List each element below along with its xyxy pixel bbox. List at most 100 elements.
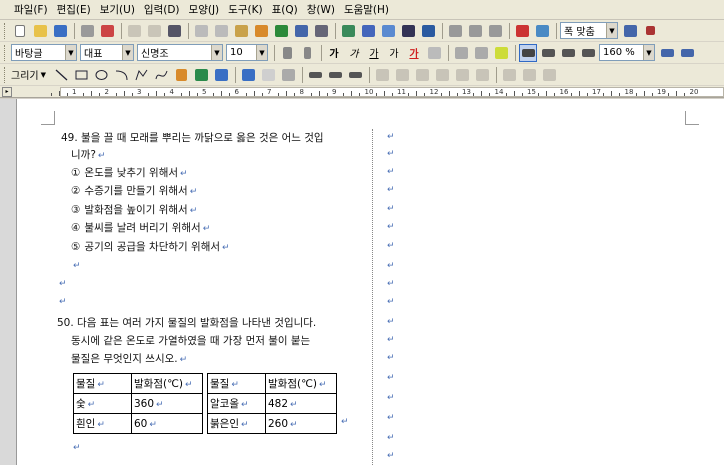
format-painter-button[interactable]: [252, 22, 270, 40]
table-cell[interactable]: 360 ↵: [131, 393, 203, 414]
ellipse-tool-button[interactable]: [92, 66, 110, 84]
style-button[interactable]: [292, 22, 310, 40]
menu-help[interactable]: 도움말(H): [344, 2, 389, 17]
symbol-button[interactable]: [419, 22, 437, 40]
align-center-button[interactable]: [559, 44, 577, 62]
menu-file[interactable]: 파일(F): [14, 2, 48, 17]
chart-button[interactable]: [379, 22, 397, 40]
menu-edit[interactable]: 편집(E): [57, 2, 91, 17]
polygon-tool-button[interactable]: [132, 66, 150, 84]
highlight-button[interactable]: [492, 44, 510, 62]
flip-button[interactable]: [473, 66, 491, 84]
arrow-style-button[interactable]: [346, 66, 364, 84]
line-tool-button[interactable]: [52, 66, 70, 84]
indent-button[interactable]: [658, 44, 676, 62]
table-cell[interactable]: 발화점(℃) ↵: [265, 373, 337, 394]
fill-button[interactable]: [212, 66, 230, 84]
page-setup-button[interactable]: [486, 22, 504, 40]
font-color-button[interactable]: 가: [405, 44, 423, 62]
shrink-font-button[interactable]: [298, 44, 316, 62]
undo-button[interactable]: [125, 22, 143, 40]
grid-button[interactable]: [312, 22, 330, 40]
table-cell[interactable]: 260 ↵: [265, 413, 337, 434]
table-cell[interactable]: 붉은인 ↵: [207, 413, 266, 434]
table-cell[interactable]: 흰인 ↵: [73, 413, 132, 434]
document-area[interactable]: 49. 불을 끌 때 모래를 뿌리는 까닭으로 옳은 것은 어느 것입 니까? ↵…: [0, 99, 724, 465]
horizontal-ruler[interactable]: ▸ 1 2 3 4 5 6 7 8 9 10 11 12 13 14 15 16 17 18 19 20: [0, 86, 724, 98]
align-justify-button[interactable]: [519, 43, 537, 62]
table-button[interactable]: [359, 22, 377, 40]
superscript-button[interactable]: [452, 44, 470, 62]
preview-button[interactable]: [98, 22, 116, 40]
menu-tools[interactable]: 도구(K): [228, 2, 262, 17]
document-page[interactable]: 49. 불을 끌 때 모래를 뿌리는 까닭으로 옳은 것은 어느 것입 니까? ↵…: [16, 99, 724, 465]
arc-tool-button[interactable]: [112, 66, 130, 84]
open-button[interactable]: [31, 22, 49, 40]
copy-button[interactable]: [212, 22, 230, 40]
grow-font-button[interactable]: [278, 44, 296, 62]
zoom-select[interactable]: 폭 맞춤 ▼: [560, 22, 618, 39]
italic-button[interactable]: 가: [345, 44, 363, 62]
curve-tool-button[interactable]: [152, 66, 170, 84]
save-button[interactable]: [51, 22, 69, 40]
table-cell[interactable]: 60 ↵: [131, 413, 203, 434]
shade-button[interactable]: [425, 44, 443, 62]
language-select[interactable]: 대표 ▼: [80, 44, 134, 61]
toolbar-grip[interactable]: [4, 66, 7, 83]
menu-format[interactable]: 모양(J): [189, 2, 220, 17]
menu-insert[interactable]: 입력(D): [144, 2, 180, 17]
new-document-button[interactable]: [11, 22, 29, 40]
align-objects-button[interactable]: [433, 66, 451, 84]
group-button[interactable]: [393, 66, 411, 84]
shadow-button[interactable]: [279, 66, 297, 84]
font-size-select[interactable]: 10 ▼: [226, 44, 268, 61]
ignition-table-left[interactable]: 물질 ↵ 발화점(℃) ↵ 숯 ↵ 360 ↵ 흰인 ↵ 60 ↵: [73, 373, 203, 434]
present-button[interactable]: [513, 22, 531, 40]
ungroup-button[interactable]: [413, 66, 431, 84]
align-left-button[interactable]: [539, 44, 557, 62]
numbering-button[interactable]: [678, 44, 696, 62]
image-button[interactable]: [339, 22, 357, 40]
font-select[interactable]: 신명조 ▼: [137, 44, 223, 61]
web-button[interactable]: [533, 22, 551, 40]
paste-button[interactable]: [232, 22, 250, 40]
menu-table[interactable]: 표(Q): [272, 2, 298, 17]
table-cell[interactable]: 482 ↵: [265, 393, 337, 414]
menu-window[interactable]: 창(W): [307, 2, 335, 17]
align-right-button[interactable]: [579, 44, 597, 62]
line-color-button[interactable]: [239, 66, 257, 84]
rect-tool-button[interactable]: [72, 66, 90, 84]
table-cell[interactable]: 물질 ↵: [207, 373, 266, 394]
bold-button[interactable]: 가: [325, 44, 343, 62]
line-style-button[interactable]: [306, 66, 324, 84]
tab-type-selector[interactable]: ▸: [2, 87, 12, 97]
style-select[interactable]: 바탕글 ▼: [11, 44, 77, 61]
zoom-in-button[interactable]: [621, 22, 639, 40]
rotate-button[interactable]: [453, 66, 471, 84]
redo-button[interactable]: [145, 22, 163, 40]
table-cell[interactable]: 발화점(℃) ↵: [131, 373, 203, 394]
object-prop-button[interactable]: [500, 66, 518, 84]
ignition-table-right[interactable]: 물질 ↵ 발화점(℃) ↵ 알코올 ↵ 482 ↵ 붉은인 ↵ 260 ↵: [207, 373, 337, 434]
line-width-button[interactable]: [326, 66, 344, 84]
text-wrap-button[interactable]: [520, 66, 538, 84]
toolbar-grip[interactable]: [4, 22, 7, 39]
text-box-button[interactable]: [192, 66, 210, 84]
formula-button[interactable]: [399, 22, 417, 40]
order-button[interactable]: [373, 66, 391, 84]
snap-button[interactable]: [540, 66, 558, 84]
strike-button[interactable]: 가: [385, 44, 403, 62]
close-doc-button[interactable]: [641, 22, 659, 40]
columns-button[interactable]: [466, 22, 484, 40]
underline-button[interactable]: 가: [365, 44, 383, 62]
toolbar-grip[interactable]: [4, 44, 7, 61]
pen-tool-button[interactable]: [172, 66, 190, 84]
table-cell[interactable]: 물질 ↵: [73, 373, 132, 394]
layout-button[interactable]: [446, 22, 464, 40]
table-cell[interactable]: 숯 ↵: [73, 393, 132, 414]
fill-color-button[interactable]: [259, 66, 277, 84]
menu-view[interactable]: 보기(U): [100, 2, 135, 17]
print-button[interactable]: [78, 22, 96, 40]
subscript-button[interactable]: [472, 44, 490, 62]
draw-menu-button[interactable]: 그리기: [11, 67, 39, 82]
